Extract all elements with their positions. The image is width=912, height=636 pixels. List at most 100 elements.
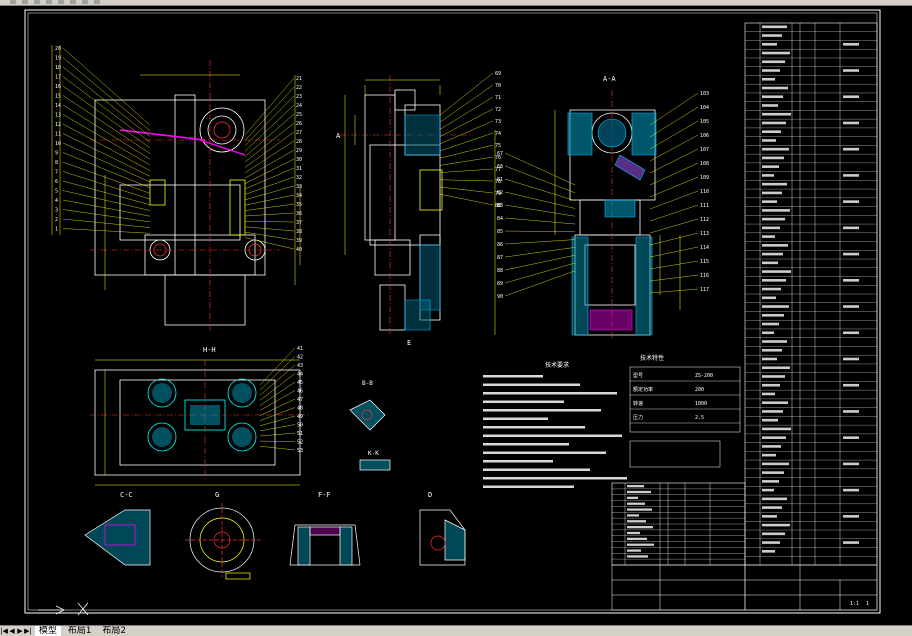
balloon-number: 42 bbox=[297, 355, 303, 361]
balloon-number: 36 bbox=[296, 211, 302, 217]
leader-line bbox=[650, 177, 698, 197]
leader-line bbox=[245, 195, 294, 205]
print-icon[interactable] bbox=[70, 0, 76, 4]
leader-line bbox=[505, 218, 575, 224]
balloon-number: 39 bbox=[296, 238, 302, 244]
parts-list-text bbox=[843, 227, 859, 230]
leader-line bbox=[63, 210, 150, 222]
properties-icon[interactable] bbox=[46, 0, 52, 4]
parts-list-bottom-text bbox=[627, 549, 641, 551]
parts-list-text bbox=[762, 34, 782, 37]
balloon-number: 88 bbox=[497, 268, 503, 274]
leader-line bbox=[245, 232, 294, 240]
parts-list-text bbox=[762, 419, 778, 422]
leader-line bbox=[245, 114, 294, 157]
leader-line bbox=[260, 348, 295, 385]
parts-list-text bbox=[762, 340, 787, 343]
sheet-value: 1 bbox=[866, 601, 869, 607]
layer-icon[interactable] bbox=[34, 0, 40, 4]
redo-icon[interactable] bbox=[94, 0, 100, 4]
parts-list-text bbox=[762, 515, 777, 518]
drawing-canvas[interactable]: 2019181716151413121110987654321 21222324… bbox=[0, 5, 912, 625]
balloon-number: 45 bbox=[297, 380, 303, 386]
balloon-number: 67 bbox=[497, 151, 503, 157]
leader-line bbox=[260, 446, 295, 450]
leader-line bbox=[650, 135, 698, 161]
balloon-number: 27 bbox=[296, 130, 302, 136]
balloon-labels-left: 2019181716151413121110987654321 bbox=[55, 46, 150, 233]
spec-table-rows: 型号ZS-200额定功率200转速1000压力2.5 bbox=[630, 372, 740, 423]
spec-value: 1000 bbox=[695, 401, 707, 407]
balloon-number: 86 bbox=[497, 242, 503, 248]
note-line bbox=[483, 375, 543, 378]
parts-list-text bbox=[762, 401, 788, 404]
zoom-icon[interactable] bbox=[10, 0, 16, 4]
balloon-number: 112 bbox=[700, 217, 709, 223]
balloon-number: 24 bbox=[296, 103, 302, 109]
balloon-number: 26 bbox=[296, 121, 302, 127]
note-line bbox=[483, 409, 601, 412]
save-icon[interactable] bbox=[58, 0, 64, 4]
leader-line bbox=[245, 227, 294, 231]
parts-list-text bbox=[762, 139, 776, 142]
side-view bbox=[340, 75, 470, 335]
balloon-number: 18 bbox=[55, 65, 61, 71]
note-line bbox=[483, 460, 553, 463]
balloon-number: 8 bbox=[55, 160, 58, 166]
leader-line bbox=[245, 132, 294, 167]
parts-list-text bbox=[762, 480, 779, 483]
parts-list-text bbox=[843, 331, 859, 334]
balloon-number: 21 bbox=[296, 76, 302, 82]
leader-line bbox=[505, 271, 575, 296]
parts-list-bottom-text bbox=[627, 503, 645, 505]
balloon-number: 22 bbox=[296, 85, 302, 91]
parts-list-text bbox=[762, 489, 774, 492]
balloon-number: 104 bbox=[700, 105, 709, 111]
parts-list-bottom-text bbox=[627, 532, 640, 534]
balloon-number: 50 bbox=[297, 423, 303, 429]
balloon-number: 28 bbox=[296, 139, 302, 145]
parts-list-text bbox=[762, 60, 785, 63]
note-line bbox=[483, 477, 627, 480]
leader-line bbox=[650, 261, 698, 269]
balloon-number: 103 bbox=[700, 91, 709, 97]
balloon-number: 87 bbox=[497, 255, 503, 261]
parts-list-text bbox=[762, 244, 788, 247]
parts-list-text bbox=[762, 270, 791, 273]
leader-line bbox=[440, 73, 493, 115]
balloon-number: 6 bbox=[55, 179, 58, 185]
balloon-number: 109 bbox=[700, 175, 709, 181]
parts-list-text bbox=[762, 26, 787, 29]
balloon-number: 32 bbox=[296, 175, 302, 181]
balloon-number: 49 bbox=[297, 414, 303, 420]
balloon-number: 47 bbox=[297, 397, 303, 403]
balloon-number: 11 bbox=[55, 132, 61, 138]
undo-icon[interactable] bbox=[82, 0, 88, 4]
leader-line bbox=[650, 289, 698, 293]
parts-list-text bbox=[762, 95, 783, 98]
notes-title: 技术要求 bbox=[545, 361, 569, 369]
leader-line bbox=[505, 153, 575, 185]
leader-line bbox=[505, 192, 575, 208]
pan-icon[interactable] bbox=[22, 0, 28, 4]
section-title-aa: A-A bbox=[603, 75, 616, 83]
parts-list-text bbox=[843, 410, 859, 413]
leader-line bbox=[505, 263, 575, 283]
leader-line bbox=[245, 238, 294, 249]
leader-line bbox=[260, 425, 295, 431]
title-block bbox=[612, 565, 877, 610]
spec-value: 200 bbox=[695, 387, 704, 393]
parts-list-text bbox=[843, 253, 859, 256]
leader-line bbox=[245, 221, 294, 222]
balloon-number: 81 bbox=[497, 177, 503, 183]
parts-list-text bbox=[762, 506, 782, 509]
balloon-number: 114 bbox=[700, 245, 709, 251]
parts-list-text bbox=[843, 200, 859, 203]
leader-line bbox=[505, 247, 575, 257]
parts-list-text bbox=[762, 375, 785, 378]
balloon-number: 51 bbox=[297, 431, 303, 437]
leader-line bbox=[260, 408, 295, 421]
balloon-number: 20 bbox=[55, 46, 61, 52]
balloon-number: 71 bbox=[495, 95, 501, 101]
parts-list-bottom-text bbox=[627, 514, 639, 516]
